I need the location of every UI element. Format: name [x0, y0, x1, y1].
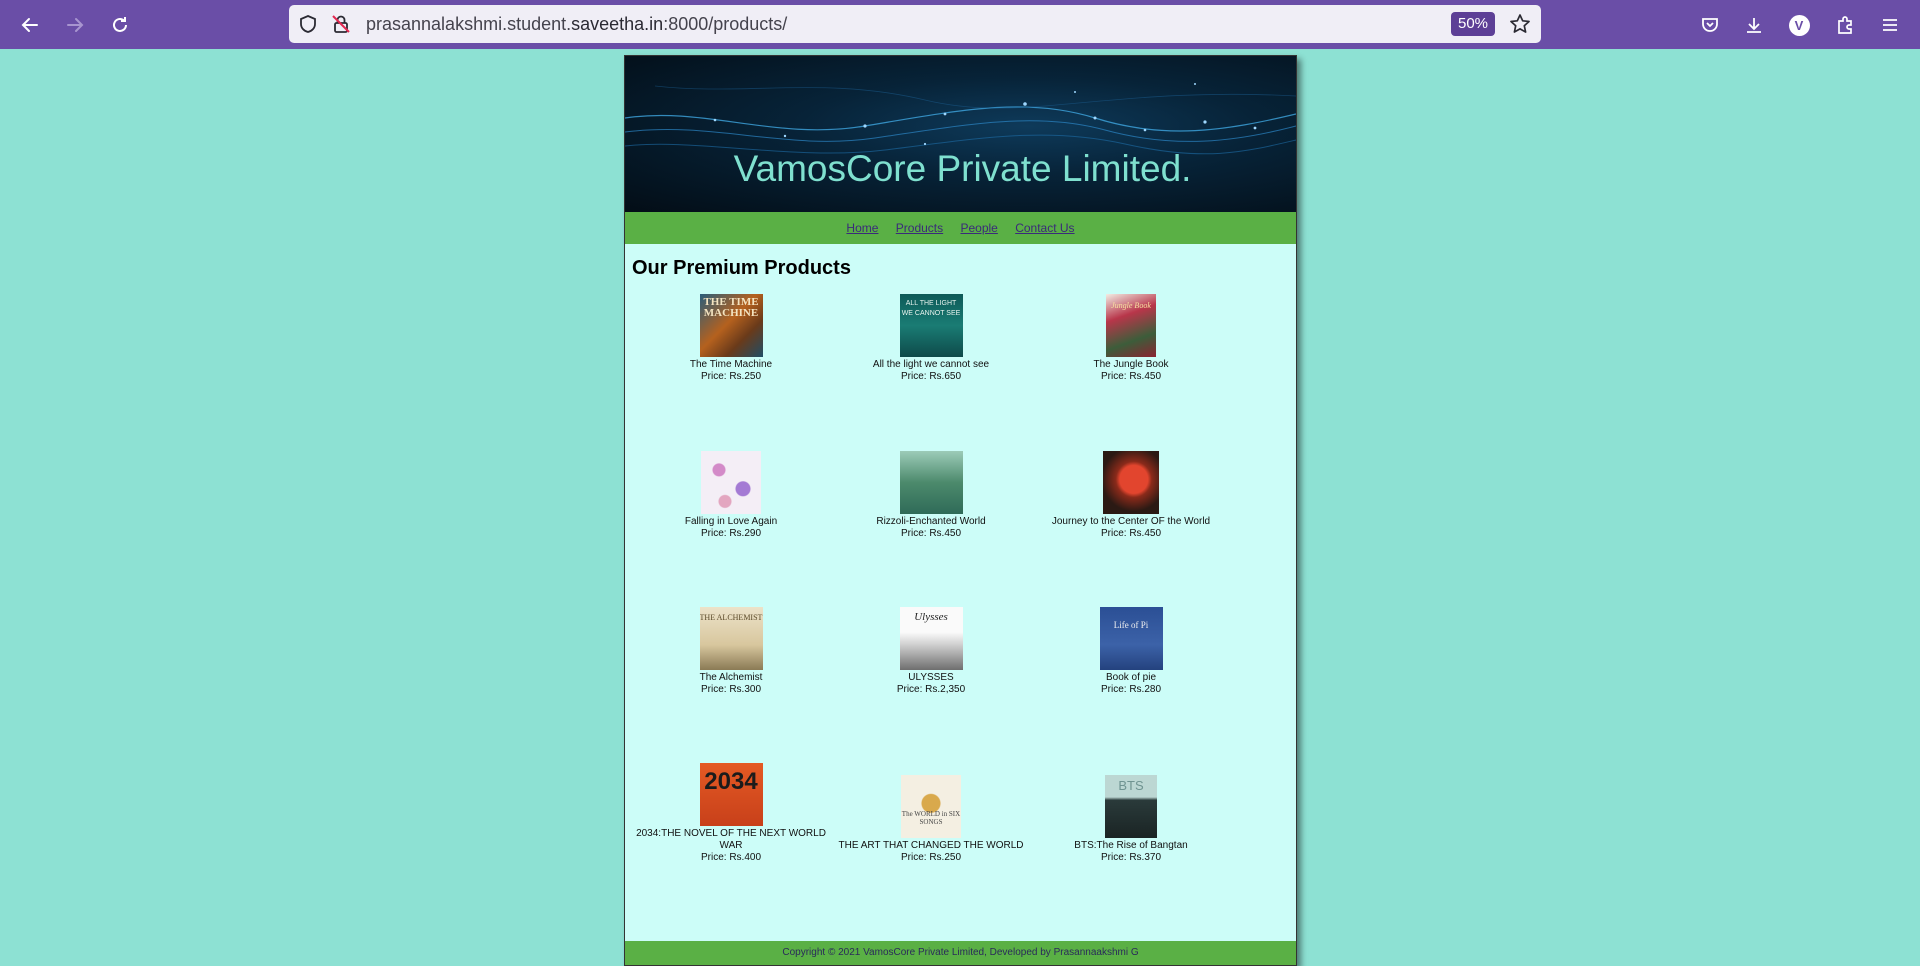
- book-cover-image[interactable]: ALL THE LIGHT WE CANNOT SEE: [899, 294, 963, 357]
- product-name: All the light we cannot see: [872, 359, 990, 370]
- page-container: VamosCore Private Limited. Home Products…: [624, 55, 1297, 966]
- book-cover-image[interactable]: 2034: [699, 763, 763, 826]
- product-price: Price: Rs.450: [900, 528, 962, 539]
- header-banner: VamosCore Private Limited.: [625, 56, 1296, 212]
- url-domain: saveetha.in: [571, 14, 664, 34]
- arrow-left-icon: [21, 18, 38, 32]
- product-price: Price: Rs.250: [700, 371, 762, 382]
- nav-home-link[interactable]: Home: [846, 221, 878, 235]
- url-text[interactable]: prasannalakshmi.student.saveetha.in:8000…: [366, 5, 787, 43]
- product-name: The Jungle Book: [1093, 359, 1169, 370]
- product-card[interactable]: THE ALCHEMIST The Alchemist Price: Rs.30…: [631, 607, 831, 696]
- url-suffix: :8000/products/: [663, 14, 788, 34]
- book-cover-image[interactable]: [701, 451, 761, 514]
- product-name: BTS:The Rise of Bangtan: [1074, 840, 1188, 851]
- page-footer: Copyright © 2021 VamosCore Private Limit…: [625, 941, 1296, 965]
- product-name: Falling in Love Again: [684, 516, 778, 527]
- book-cover-image[interactable]: THE ALCHEMIST: [699, 607, 763, 670]
- product-card[interactable]: Journey to the Center OF the World Price…: [1031, 451, 1231, 540]
- product-card[interactable]: Rizzoli-Enchanted World Price: Rs.450: [831, 451, 1031, 540]
- forward-button[interactable]: [62, 12, 88, 38]
- address-bar[interactable]: prasannalakshmi.student.saveetha.in:8000…: [289, 5, 1541, 43]
- product-card[interactable]: 2034 2034:THE NOVEL OF THE NEXT WORLD WA…: [631, 763, 831, 864]
- product-price: Price: Rs.450: [1100, 528, 1162, 539]
- arrow-right-icon: [67, 18, 84, 32]
- book-cover-image[interactable]: [899, 451, 963, 514]
- product-price: Price: Rs.450: [1100, 371, 1162, 382]
- site-title: VamosCore Private Limited.: [733, 148, 1192, 189]
- product-name: Rizzoli-Enchanted World: [876, 516, 986, 527]
- reload-button[interactable]: [107, 12, 133, 38]
- product-name: ULYSSES: [908, 672, 954, 683]
- book-cover-image[interactable]: THE TIME MACHINE: [699, 294, 763, 357]
- product-price: Price: Rs.400: [700, 852, 762, 863]
- product-price: Price: Rs.290: [700, 528, 762, 539]
- menu-icon[interactable]: [1877, 12, 1903, 38]
- product-name: THE ART THAT CHANGED THE WORLD: [838, 840, 1024, 851]
- url-prefix: prasannalakshmi.student.: [366, 14, 572, 34]
- product-card[interactable]: BTS BTS:The Rise of Bangtan Price: Rs.37…: [1031, 775, 1231, 864]
- product-card[interactable]: THE TIME MACHINE The Time Machine Price:…: [631, 294, 831, 383]
- zoom-level-button[interactable]: 50%: [1451, 12, 1495, 36]
- product-name: The Alchemist: [699, 672, 763, 683]
- insecure-lock-icon[interactable]: [331, 14, 351, 34]
- product-name: 2034:THE NOVEL OF THE NEXT WORLD WAR: [636, 828, 826, 851]
- product-card[interactable]: Jungle Book The Jungle Book Price: Rs.45…: [1031, 294, 1231, 383]
- product-price: Price: Rs.250: [900, 852, 962, 863]
- nav-contact-link[interactable]: Contact Us: [1015, 221, 1074, 235]
- book-cover-image[interactable]: Ulysses: [899, 607, 963, 670]
- book-cover-image[interactable]: [1103, 451, 1159, 514]
- bookmark-star-icon[interactable]: [1509, 13, 1531, 35]
- avatar: V: [1788, 14, 1810, 36]
- book-cover-image[interactable]: Life of Pi: [1099, 607, 1163, 670]
- product-price: Price: Rs.2,350: [896, 684, 966, 695]
- product-price: Price: Rs.300: [700, 684, 762, 695]
- nav-products-link[interactable]: Products: [896, 221, 943, 235]
- main-nav: Home Products People Contact Us: [625, 212, 1296, 244]
- reload-icon: [113, 17, 127, 32]
- product-card[interactable]: The WORLD in SIX SONGS THE ART THAT CHAN…: [831, 775, 1031, 864]
- page-heading: Our Premium Products: [632, 257, 851, 279]
- profile-avatar[interactable]: V: [1786, 12, 1812, 38]
- browser-toolbar: prasannalakshmi.student.saveetha.in:8000…: [0, 0, 1920, 49]
- product-card[interactable]: ALL THE LIGHT WE CANNOT SEE All the ligh…: [831, 294, 1031, 383]
- book-cover-image[interactable]: BTS: [1105, 775, 1157, 838]
- book-cover-image[interactable]: Jungle Book: [1106, 294, 1156, 357]
- book-cover-image[interactable]: The WORLD in SIX SONGS: [901, 775, 961, 838]
- back-button[interactable]: [17, 12, 43, 38]
- shield-icon[interactable]: [298, 14, 318, 34]
- product-price: Price: Rs.370: [1100, 852, 1162, 863]
- product-card[interactable]: Falling in Love Again Price: Rs.290: [631, 451, 831, 540]
- nav-people-link[interactable]: People: [960, 221, 997, 235]
- product-price: Price: Rs.650: [900, 371, 962, 382]
- extensions-icon[interactable]: [1832, 12, 1858, 38]
- product-name: The Time Machine: [689, 359, 773, 370]
- product-card[interactable]: Life of Pi Book of pie Price: Rs.280: [1031, 607, 1231, 696]
- product-card[interactable]: Ulysses ULYSSES Price: Rs.2,350: [831, 607, 1031, 696]
- product-name: Journey to the Center OF the World: [1051, 516, 1211, 527]
- product-name: Book of pie: [1105, 672, 1157, 683]
- product-price: Price: Rs.280: [1100, 684, 1162, 695]
- pocket-icon[interactable]: [1697, 12, 1723, 38]
- downloads-icon[interactable]: [1741, 12, 1767, 38]
